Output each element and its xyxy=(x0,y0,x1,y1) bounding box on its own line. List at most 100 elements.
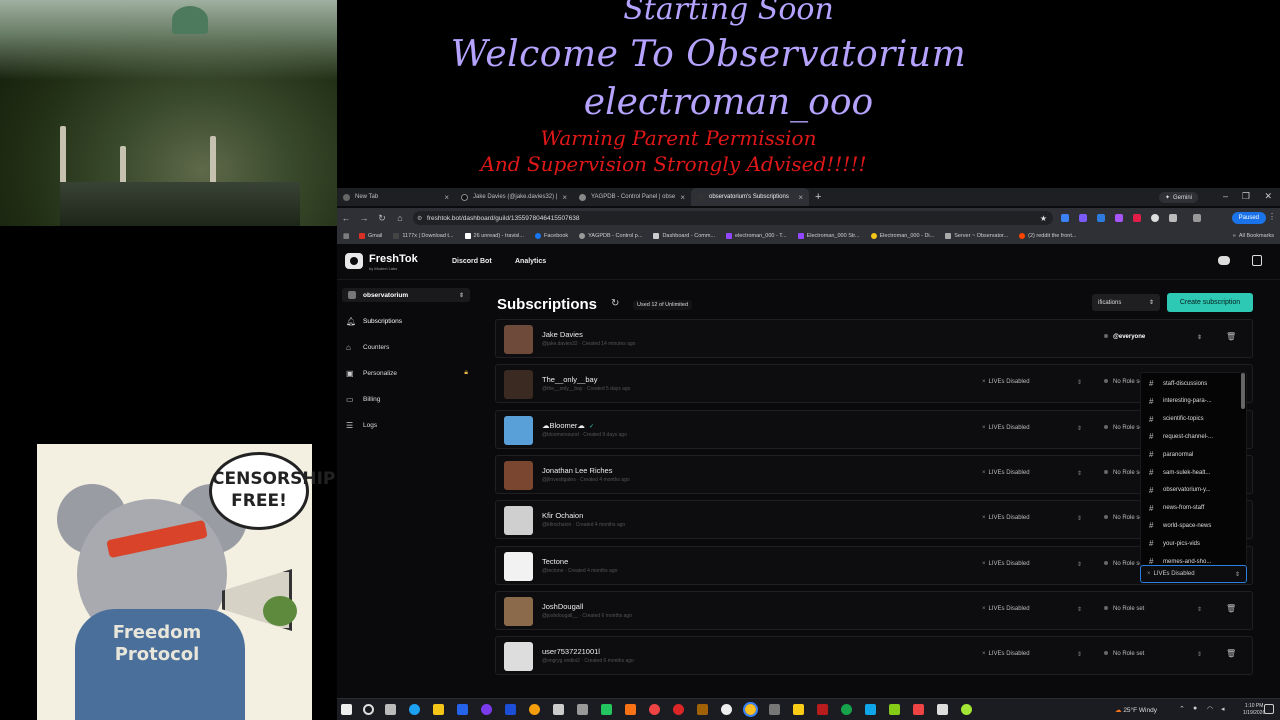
app-icon[interactable] xyxy=(697,704,708,715)
refresh-icon[interactable]: ↻ xyxy=(611,298,619,309)
sidebar-item-counters[interactable]: ⌂ Counters xyxy=(342,340,470,354)
bookmark-gmail[interactable]: Gmail xyxy=(359,233,382,239)
dropdown-scrollbar[interactable] xyxy=(1241,373,1245,409)
chevron-up-icon[interactable]: ⌃ xyxy=(1179,705,1185,713)
app-icon[interactable] xyxy=(865,704,876,715)
windows-start-icon[interactable] xyxy=(341,704,352,715)
create-subscription-button[interactable]: Create subscription xyxy=(1167,293,1253,312)
tab-tiktok[interactable]: Jake Davies (@jake.davies32) | × xyxy=(455,188,573,206)
lives-select[interactable]: × LIVEs Disabled ⇕ xyxy=(982,651,1082,658)
sidebar-item-logs[interactable]: ☰ Logs xyxy=(342,418,470,432)
star-icon[interactable]: ★ xyxy=(1040,214,1047,223)
bookmark-twitch[interactable]: electroman_000 - T... xyxy=(726,233,787,239)
close-icon[interactable]: × xyxy=(680,193,685,202)
close-icon[interactable]: × xyxy=(982,606,986,612)
opera-icon[interactable] xyxy=(649,704,660,715)
profile-button[interactable]: Paused xyxy=(1231,212,1266,224)
mail-icon[interactable] xyxy=(457,704,468,715)
reload-icon[interactable]: ↻ xyxy=(373,213,391,224)
app-icon[interactable] xyxy=(553,704,564,715)
address-bar[interactable]: ⚙ freshtok.bot/dashboard/guild/135597804… xyxy=(413,211,1053,225)
clock[interactable]: 1:10 PM 1/19/2026 xyxy=(1243,703,1265,717)
volume-icon[interactable]: ◂ xyxy=(1221,705,1225,713)
tab-yagpdb[interactable]: YAGPDB - Control Panel | obse × xyxy=(573,188,691,206)
app-icon[interactable] xyxy=(937,704,948,715)
extension-icon[interactable] xyxy=(1115,214,1123,222)
nav-analytics[interactable]: Analytics xyxy=(515,258,546,265)
close-icon[interactable]: × xyxy=(982,515,986,521)
bookmark-electroman[interactable]: Electroman_000 - Di... xyxy=(870,233,934,239)
back-icon[interactable]: ← xyxy=(337,213,355,223)
lives-select[interactable]: × LIVEs Disabled ⇕ xyxy=(982,379,1082,386)
channel-option[interactable]: # interesting-para-... xyxy=(1141,393,1241,410)
trash-icon[interactable]: 🗑︎ xyxy=(1226,649,1236,658)
lives-select[interactable]: × LIVEs Disabled ⇕ xyxy=(982,606,1082,613)
search-icon[interactable] xyxy=(363,704,374,715)
app-icon[interactable] xyxy=(481,704,492,715)
role-select[interactable]: No Role set ⇕ xyxy=(1104,606,1202,613)
channel-option[interactable]: # staff-discussions xyxy=(1141,375,1241,392)
app-icon[interactable] xyxy=(889,704,900,715)
home-icon[interactable]: ⌂ xyxy=(391,213,409,223)
lives-select[interactable]: × LIVEs Disabled ⇕ xyxy=(982,470,1082,477)
extension-icon[interactable] xyxy=(1133,214,1141,222)
apps-icon[interactable]: ▦ xyxy=(343,232,350,240)
app-icon[interactable] xyxy=(961,704,972,715)
file-explorer-icon[interactable] xyxy=(433,704,444,715)
bookmark-1177x[interactable]: 1177x | Download t... xyxy=(393,233,454,239)
app-icon[interactable] xyxy=(793,704,804,715)
extension-icon[interactable] xyxy=(1151,214,1159,222)
new-tab-button[interactable]: + xyxy=(815,191,821,203)
bookmark-reddit[interactable]: (2) reddit the front... xyxy=(1019,233,1076,239)
app-icon[interactable] xyxy=(577,704,588,715)
app-icon[interactable] xyxy=(529,704,540,715)
extension-icon[interactable] xyxy=(1079,214,1087,222)
forward-icon[interactable]: → xyxy=(355,213,373,223)
sidebar-item-personalize[interactable]: ▣ Personalize 🔒︎ xyxy=(342,366,470,380)
bookmark-yagpdb[interactable]: YAGPDB - Control p... xyxy=(579,233,642,239)
trash-icon[interactable]: 🗑︎ xyxy=(1226,604,1236,613)
app-icon[interactable] xyxy=(601,704,612,715)
lives-select[interactable]: × LIVEs Disabled ⇕ xyxy=(982,425,1082,432)
tab-new-tab[interactable]: New Tab × xyxy=(337,188,455,206)
guild-selector[interactable]: observatorium ⇕ xyxy=(342,288,470,302)
channel-option[interactable]: # observatorium-y... xyxy=(1141,482,1241,499)
close-icon[interactable]: × xyxy=(1147,571,1151,577)
app-icon[interactable] xyxy=(769,704,780,715)
tab-subscriptions[interactable]: observatorium's Subscriptions × xyxy=(691,188,809,206)
app-icon[interactable] xyxy=(913,704,924,715)
close-icon[interactable]: × xyxy=(982,425,986,431)
bookmark-server[interactable]: Server ~ Observator... xyxy=(945,233,1008,239)
trash-icon[interactable]: 🗑︎ xyxy=(1226,332,1236,341)
channel-option[interactable]: # paranormal xyxy=(1141,446,1241,463)
maximize-button[interactable]: ❐ xyxy=(1242,191,1250,202)
subscription-row[interactable]: Jake Davies @jake.davies32 · Created 14 m… xyxy=(495,319,1253,358)
app-icon[interactable] xyxy=(841,704,852,715)
logout-icon[interactable] xyxy=(1252,255,1262,266)
extension-icon[interactable] xyxy=(1061,214,1069,222)
close-icon[interactable]: × xyxy=(798,193,803,202)
lives-select[interactable]: × LIVEs Disabled ⇕ xyxy=(982,561,1082,568)
channel-option[interactable]: # sam-sulek-healt... xyxy=(1141,464,1241,481)
channel-option[interactable]: # your-pics-vids xyxy=(1141,535,1241,552)
vlc-icon[interactable] xyxy=(625,704,636,715)
channel-option[interactable]: # news-from-staff xyxy=(1141,500,1241,517)
sidebar-item-subscriptions[interactable]: 🔔︎ Subscriptions xyxy=(342,314,470,328)
app-icon[interactable] xyxy=(505,704,516,715)
sidebar-item-billing[interactable]: ▭ Billing xyxy=(342,392,470,406)
channel-option[interactable]: # request-channel-... xyxy=(1141,428,1241,445)
brand-name[interactable]: FreshTok xyxy=(369,253,418,265)
subscription-row[interactable]: JoshDougall @joshdougall__ · Created 6 mo… xyxy=(495,591,1253,630)
close-icon[interactable]: × xyxy=(982,470,986,476)
notification-select[interactable]: ifications ⇕ xyxy=(1092,294,1160,311)
close-icon[interactable]: × xyxy=(444,193,449,202)
role-select[interactable]: @everyone ⇕ xyxy=(1104,334,1202,341)
close-icon[interactable]: × xyxy=(982,651,986,657)
discord-icon[interactable] xyxy=(1218,256,1230,265)
app-icon[interactable] xyxy=(673,704,684,715)
gemini-button[interactable]: ✦ Gemini xyxy=(1158,192,1198,203)
app-icon[interactable] xyxy=(817,704,828,715)
task-view-icon[interactable] xyxy=(385,704,396,715)
role-select[interactable]: No Role set ⇕ xyxy=(1104,651,1202,658)
bookmark-facebook[interactable]: Facebook xyxy=(534,233,568,239)
